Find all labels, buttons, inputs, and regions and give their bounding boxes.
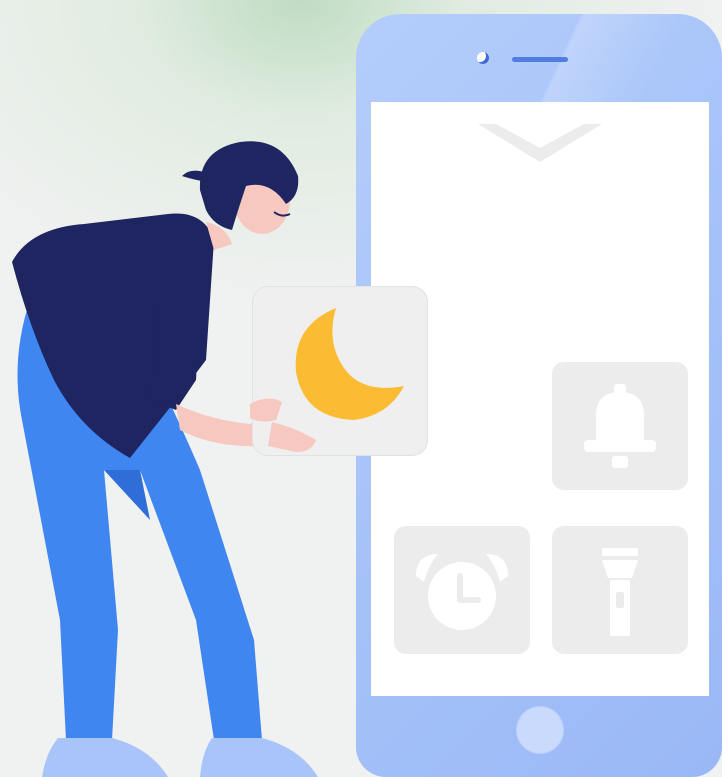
illustration-scene: [0, 0, 722, 777]
fingers-overlay: [250, 398, 316, 452]
